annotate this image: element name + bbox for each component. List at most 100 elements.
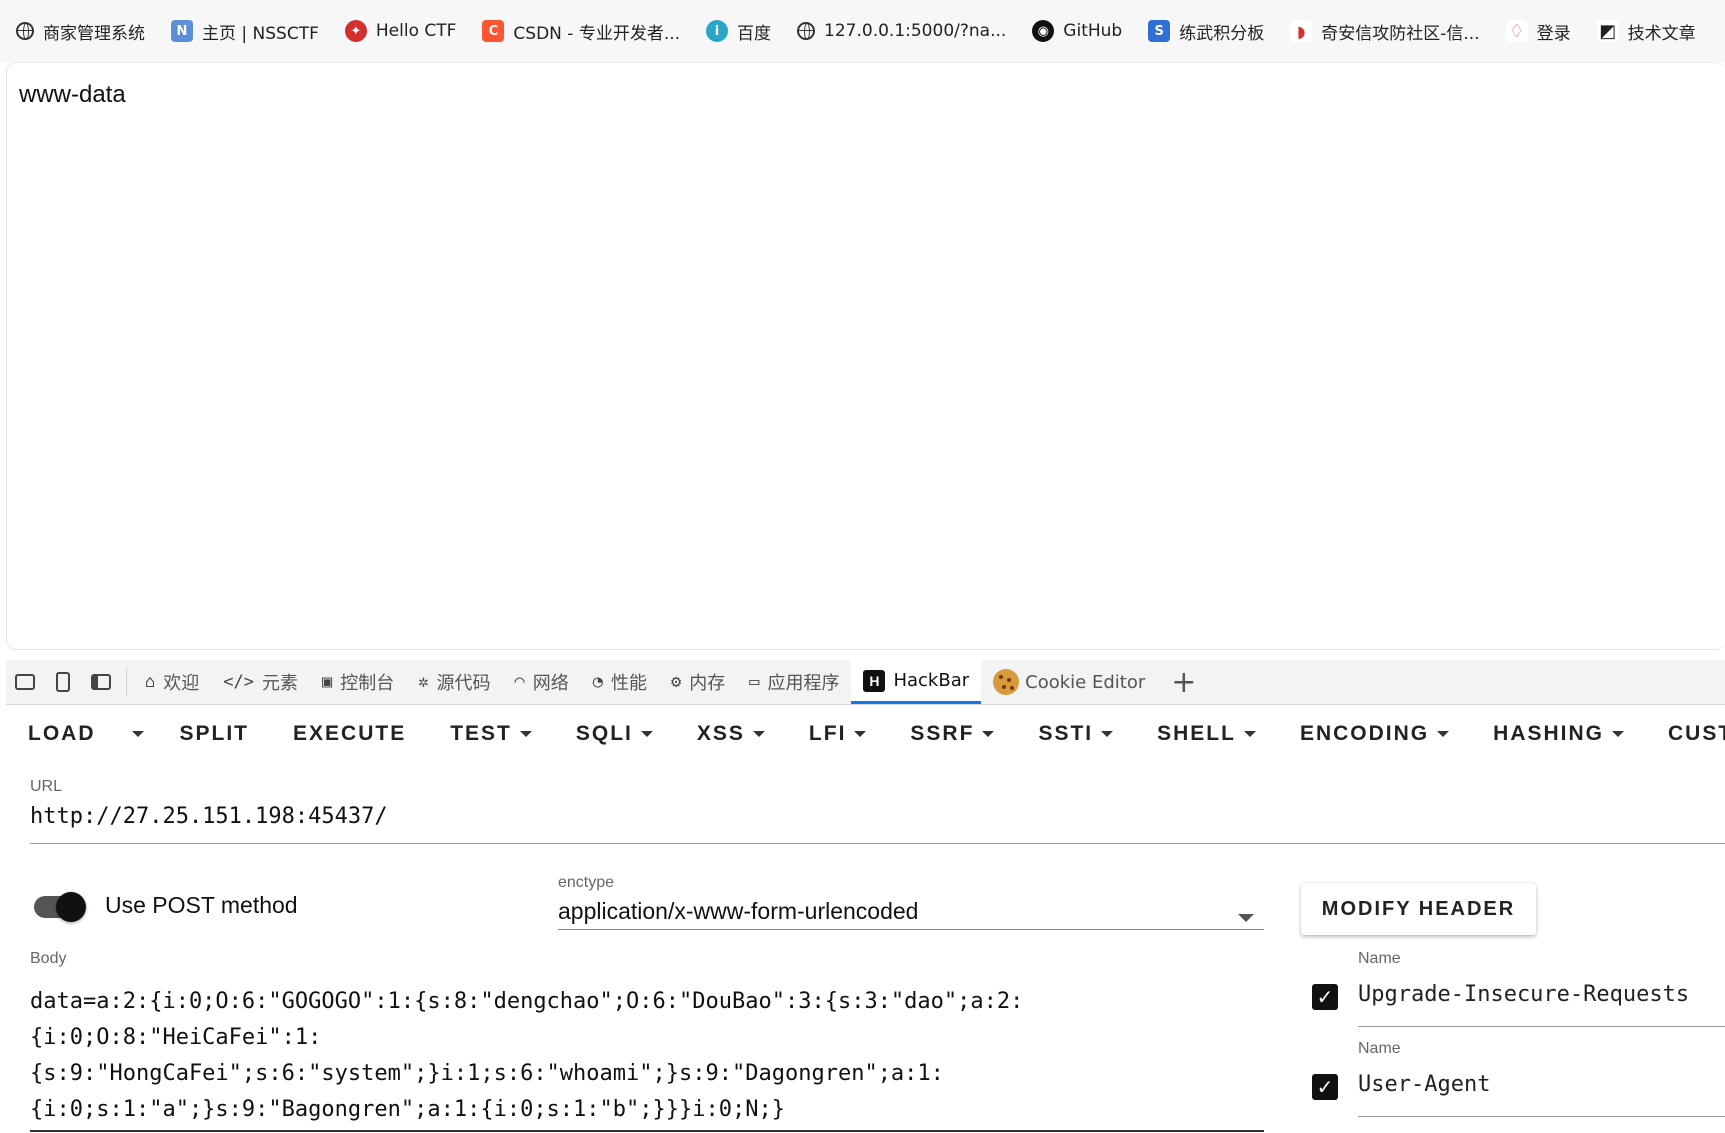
- execute-button[interactable]: EXECUTE: [271, 704, 428, 764]
- bookmark-merchant-system[interactable]: 商家管理系统: [0, 0, 155, 62]
- bookmark-label: 技术文章: [1627, 23, 1696, 44]
- sqli-menu-button[interactable]: SQLI: [554, 704, 675, 764]
- cookie-icon: [993, 669, 1020, 695]
- tab-application[interactable]: ▭ 应用程序: [737, 660, 851, 704]
- tab-label: 网络: [532, 673, 569, 694]
- shell-menu-button[interactable]: SHELL: [1135, 704, 1278, 764]
- header-name-input[interactable]: Upgrade-Insecure-Requests: [1358, 982, 1689, 1007]
- body-line: {i:0;s:1:"a";}s:9:"Bagongren";a:1:{i:0;s…: [30, 1097, 785, 1122]
- body-underline: [30, 1130, 1264, 1132]
- console-icon: ▣: [321, 672, 333, 692]
- chevron-down-icon: [640, 731, 653, 737]
- header-name-label: Name: [1358, 1040, 1401, 1057]
- article-icon: ◩: [1596, 20, 1619, 42]
- bookmark-label: 奇安信攻防社区-信...: [1321, 23, 1480, 44]
- menu-label: SSRF: [910, 722, 975, 745]
- menu-label: ENCODING: [1299, 722, 1430, 745]
- home-icon: ⌂: [145, 672, 156, 692]
- encoding-menu-button[interactable]: ENCODING: [1278, 704, 1471, 764]
- bookmark-label: Hello CTF: [375, 21, 457, 41]
- bookmark-localhost[interactable]: 127.0.0.1:5000/?na...: [781, 0, 1016, 62]
- load-dropdown-button[interactable]: [118, 704, 158, 764]
- wifi-icon: ◠: [514, 672, 525, 692]
- chevron-down-icon[interactable]: [1238, 914, 1254, 922]
- dock-side-button[interactable]: [82, 660, 120, 704]
- load-button[interactable]: LOAD: [6, 704, 118, 764]
- menu-label: XSS: [696, 722, 745, 745]
- chevron-down-icon: [1101, 731, 1114, 737]
- tab-label: 元素: [261, 673, 298, 694]
- body-line: {i:0;O:8:"HeiCaFei":1:: [30, 1025, 322, 1050]
- body-textarea[interactable]: data=a:2:{i:0;O:6:"GOGOGO":1:{s:8:"dengc…: [30, 984, 1270, 1128]
- split-button[interactable]: SPLIT: [158, 704, 272, 764]
- header-underline: [1358, 1116, 1725, 1117]
- tab-performance[interactable]: ◔ 性能: [581, 660, 659, 704]
- header-enabled-checkbox[interactable]: ✓: [1312, 1074, 1338, 1100]
- tab-label: 欢迎: [163, 673, 200, 694]
- hashing-menu-button[interactable]: HASHING: [1471, 704, 1646, 764]
- modify-header-button[interactable]: MODIFY HEADER: [1301, 883, 1536, 935]
- tab-elements[interactable]: </> 元素: [211, 660, 310, 704]
- url-label: URL: [30, 778, 63, 795]
- header-enabled-checkbox[interactable]: ✓: [1312, 984, 1338, 1010]
- add-tab-icon[interactable]: +: [1157, 665, 1210, 700]
- bookmark-scoreboard[interactable]: S 练武积分板: [1132, 0, 1274, 62]
- login-icon: ♢: [1505, 20, 1528, 42]
- ssrf-menu-button[interactable]: SSRF: [888, 704, 1016, 764]
- tab-cookie-editor[interactable]: Cookie Editor: [981, 660, 1157, 704]
- custom-menu-button[interactable]: CUST: [1646, 704, 1725, 764]
- bookmark-login[interactable]: ♢ 登录: [1490, 0, 1581, 62]
- device-toolbar-button[interactable]: [44, 660, 82, 704]
- tab-sources[interactable]: ✲ 源代码: [406, 660, 502, 704]
- bookmark-github[interactable]: ◉ GitHub: [1016, 0, 1132, 62]
- tab-memory[interactable]: ⚙ 内存: [659, 660, 737, 704]
- globe-icon: [797, 22, 816, 40]
- body-line: data=a:2:{i:0;O:6:"GOGOGO":1:{s:8:"dengc…: [30, 989, 1024, 1014]
- nssctf-icon: N: [171, 20, 193, 42]
- chevron-down-icon: [1612, 731, 1624, 737]
- chevron-down-icon: [1243, 731, 1256, 737]
- tab-console[interactable]: ▣ 控制台: [310, 660, 406, 704]
- header-name-label: Name: [1358, 950, 1401, 967]
- bookmark-label: 商家管理系统: [43, 23, 145, 44]
- tab-label: 控制台: [340, 673, 395, 694]
- bookmark-baidu[interactable]: i 百度: [690, 0, 781, 62]
- tab-welcome[interactable]: ⌂ 欢迎: [133, 660, 211, 704]
- tab-label: 性能: [610, 673, 647, 694]
- tab-hackbar[interactable]: H HackBar: [851, 660, 982, 704]
- page-viewport: www-data: [6, 62, 1725, 650]
- url-input[interactable]: http://27.25.151.198:45437/: [30, 804, 388, 829]
- menu-label: LFI: [808, 722, 847, 745]
- bookmark-label: 练武积分板: [1179, 23, 1265, 44]
- chevron-down-icon: [519, 731, 532, 737]
- xss-menu-button[interactable]: XSS: [675, 704, 787, 764]
- bug-icon: ✲: [418, 672, 429, 692]
- bookmark-qianxin[interactable]: ◗ 奇安信攻防社区-信...: [1274, 0, 1489, 62]
- lfi-menu-button[interactable]: LFI: [787, 704, 889, 764]
- devtools-panel: ⌂ 欢迎 </> 元素 ▣ 控制台 ✲ 源代码 ◠ 网络 ◔ 性能 ⚙ 内存 ▭: [6, 660, 1725, 1133]
- bookmark-csdn[interactable]: C CSDN - 专业开发者...: [466, 0, 690, 62]
- inspect-element-button[interactable]: [6, 660, 44, 704]
- bookmark-label: 主页 | NSSCTF: [202, 23, 319, 44]
- devtools-tab-bar: ⌂ 欢迎 </> 元素 ▣ 控制台 ✲ 源代码 ◠ 网络 ◔ 性能 ⚙ 内存 ▭: [6, 660, 1725, 705]
- bookmark-label: 127.0.0.1:5000/?na...: [824, 21, 1007, 41]
- bookmark-hello-ctf[interactable]: ✦ Hello CTF: [329, 0, 467, 62]
- hackbar-icon: H: [863, 669, 886, 692]
- tab-network[interactable]: ◠ 网络: [502, 660, 580, 704]
- menu-label: SQLI: [575, 722, 633, 745]
- menu-label: HASHING: [1493, 722, 1604, 745]
- globe-icon: [16, 22, 34, 40]
- menu-label: SSTI: [1038, 722, 1094, 745]
- tab-label: 源代码: [436, 673, 491, 694]
- github-icon: ◉: [1032, 20, 1055, 42]
- dock-icon: [91, 674, 111, 690]
- header-name-input[interactable]: User-Agent: [1358, 1072, 1490, 1097]
- bookmark-articles[interactable]: ◩ 技术文章: [1581, 0, 1706, 62]
- enctype-select[interactable]: application/x-www-form-urlencoded: [558, 898, 918, 925]
- bookmarks-bar: 商家管理系统 N 主页 | NSSCTF ✦ Hello CTF C CSDN …: [0, 0, 1725, 62]
- post-method-toggle[interactable]: [34, 892, 86, 922]
- body-label: Body: [30, 950, 67, 967]
- ssti-menu-button[interactable]: SSTI: [1016, 704, 1135, 764]
- test-menu-button[interactable]: TEST: [428, 704, 554, 764]
- bookmark-nssctf[interactable]: N 主页 | NSSCTF: [155, 0, 329, 62]
